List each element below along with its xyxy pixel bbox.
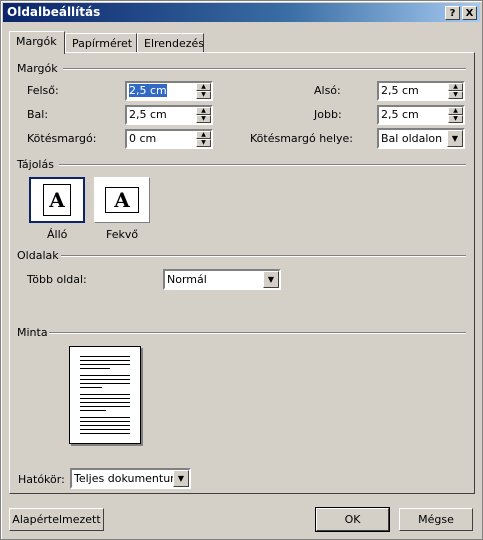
- landscape-page-icon: A: [105, 187, 139, 213]
- top-margin-label: Felső:: [27, 84, 59, 97]
- pages-divider: [61, 255, 466, 257]
- spin-up-icon[interactable]: ▲: [448, 83, 463, 91]
- landscape-label: Fekvő: [106, 228, 139, 241]
- preview-line: [80, 383, 130, 384]
- spin-down-icon[interactable]: ▼: [448, 115, 463, 123]
- apply-to-select[interactable]: Teljes dokumentum ▼: [70, 468, 191, 489]
- spin-up-icon[interactable]: ▲: [196, 107, 211, 115]
- apply-to-value: Teljes dokumentum: [74, 472, 181, 485]
- spin-up-icon[interactable]: ▲: [448, 107, 463, 115]
- title-bar[interactable]: Oldalbeállítás ? X: [3, 3, 480, 22]
- portrait-option[interactable]: A: [29, 177, 85, 223]
- preview-line: [80, 356, 130, 357]
- gutter-spinner[interactable]: 0 cm ▲ ▼: [125, 129, 213, 149]
- tab-paper-size[interactable]: Papírméret: [65, 33, 137, 53]
- margins-divider: [63, 68, 466, 70]
- top-margin-spinner[interactable]: 2,5 cm ▲ ▼: [125, 81, 213, 101]
- portrait-page-icon: A: [43, 184, 71, 216]
- preview-divider: [49, 332, 466, 334]
- preview-line: [80, 421, 130, 422]
- right-margin-value[interactable]: 2,5 cm: [381, 108, 419, 121]
- gutter-position-select[interactable]: Bal oldalon ▼: [377, 128, 465, 149]
- preview-line: [80, 402, 130, 403]
- preview-line: [80, 379, 130, 380]
- window-title: Oldalbeállítás: [7, 5, 101, 19]
- spin-up-icon[interactable]: ▲: [196, 83, 211, 91]
- multiple-pages-value: Normál: [167, 273, 207, 286]
- margins-section-title: Margók: [17, 62, 58, 75]
- gutter-label: Kötésmargó:: [27, 132, 97, 145]
- gutter-position-value: Bal oldalon: [381, 132, 443, 145]
- left-margin-spinner[interactable]: 2,5 cm ▲ ▼: [125, 105, 213, 125]
- bottom-margin-spinner[interactable]: 2,5 cm ▲ ▼: [377, 81, 465, 101]
- ok-button[interactable]: OK: [315, 507, 390, 532]
- preview-line: [80, 364, 130, 365]
- chevron-down-icon[interactable]: ▼: [447, 130, 463, 147]
- close-button[interactable]: X: [462, 6, 477, 20]
- landscape-option[interactable]: A: [94, 177, 150, 223]
- pages-section-title: Oldalak: [17, 249, 59, 262]
- spin-down-icon[interactable]: ▼: [448, 91, 463, 99]
- preview-line: [80, 410, 106, 411]
- multiple-pages-label: Több oldal:: [27, 273, 87, 286]
- chevron-down-icon[interactable]: ▼: [173, 470, 189, 487]
- portrait-label: Álló: [47, 228, 68, 241]
- set-default-button[interactable]: Alapértelmezett: [9, 508, 104, 531]
- orientation-section-title: Tájolás: [17, 158, 54, 171]
- left-margin-value[interactable]: 2,5 cm: [129, 108, 167, 121]
- spin-up-icon[interactable]: ▲: [196, 131, 211, 139]
- preview-page: [69, 346, 141, 444]
- preview-line: [80, 375, 130, 376]
- multiple-pages-select[interactable]: Normál ▼: [163, 269, 281, 290]
- preview-line: [80, 387, 102, 388]
- bottom-margin-value[interactable]: 2,5 cm: [381, 84, 419, 97]
- spin-down-icon[interactable]: ▼: [196, 115, 211, 123]
- chevron-down-icon[interactable]: ▼: [263, 271, 279, 288]
- tab-layout[interactable]: Elrendezés: [137, 33, 204, 53]
- gutter-value[interactable]: 0 cm: [129, 132, 156, 145]
- orientation-divider: [59, 164, 466, 166]
- bottom-margin-label: Alsó:: [314, 84, 341, 97]
- preview-line: [80, 433, 130, 434]
- preview-line: [80, 429, 130, 430]
- left-margin-label: Bal:: [27, 108, 49, 121]
- spin-down-icon[interactable]: ▼: [196, 139, 211, 147]
- preview-line: [80, 360, 130, 361]
- preview-line: [80, 417, 130, 418]
- right-margin-label: Jobb:: [314, 108, 342, 121]
- preview-section-title: Minta: [17, 326, 48, 339]
- page-setup-dialog: Oldalbeállítás ? X Margók Papírméret Elr…: [0, 0, 483, 540]
- preview-line: [80, 368, 110, 369]
- top-margin-value[interactable]: 2,5 cm: [129, 84, 167, 97]
- tab-margins[interactable]: Margók: [9, 31, 65, 54]
- preview-line: [80, 398, 130, 399]
- preview-line: [80, 425, 130, 426]
- preview-line: [80, 394, 130, 395]
- help-button[interactable]: ?: [445, 6, 460, 20]
- apply-to-label: Hatókör:: [18, 473, 65, 486]
- gutter-position-label: Kötésmargó helye:: [250, 132, 353, 145]
- right-margin-spinner[interactable]: 2,5 cm ▲ ▼: [377, 105, 465, 125]
- spin-down-icon[interactable]: ▼: [196, 91, 211, 99]
- cancel-button[interactable]: Mégse: [399, 508, 473, 531]
- preview-line: [80, 406, 130, 407]
